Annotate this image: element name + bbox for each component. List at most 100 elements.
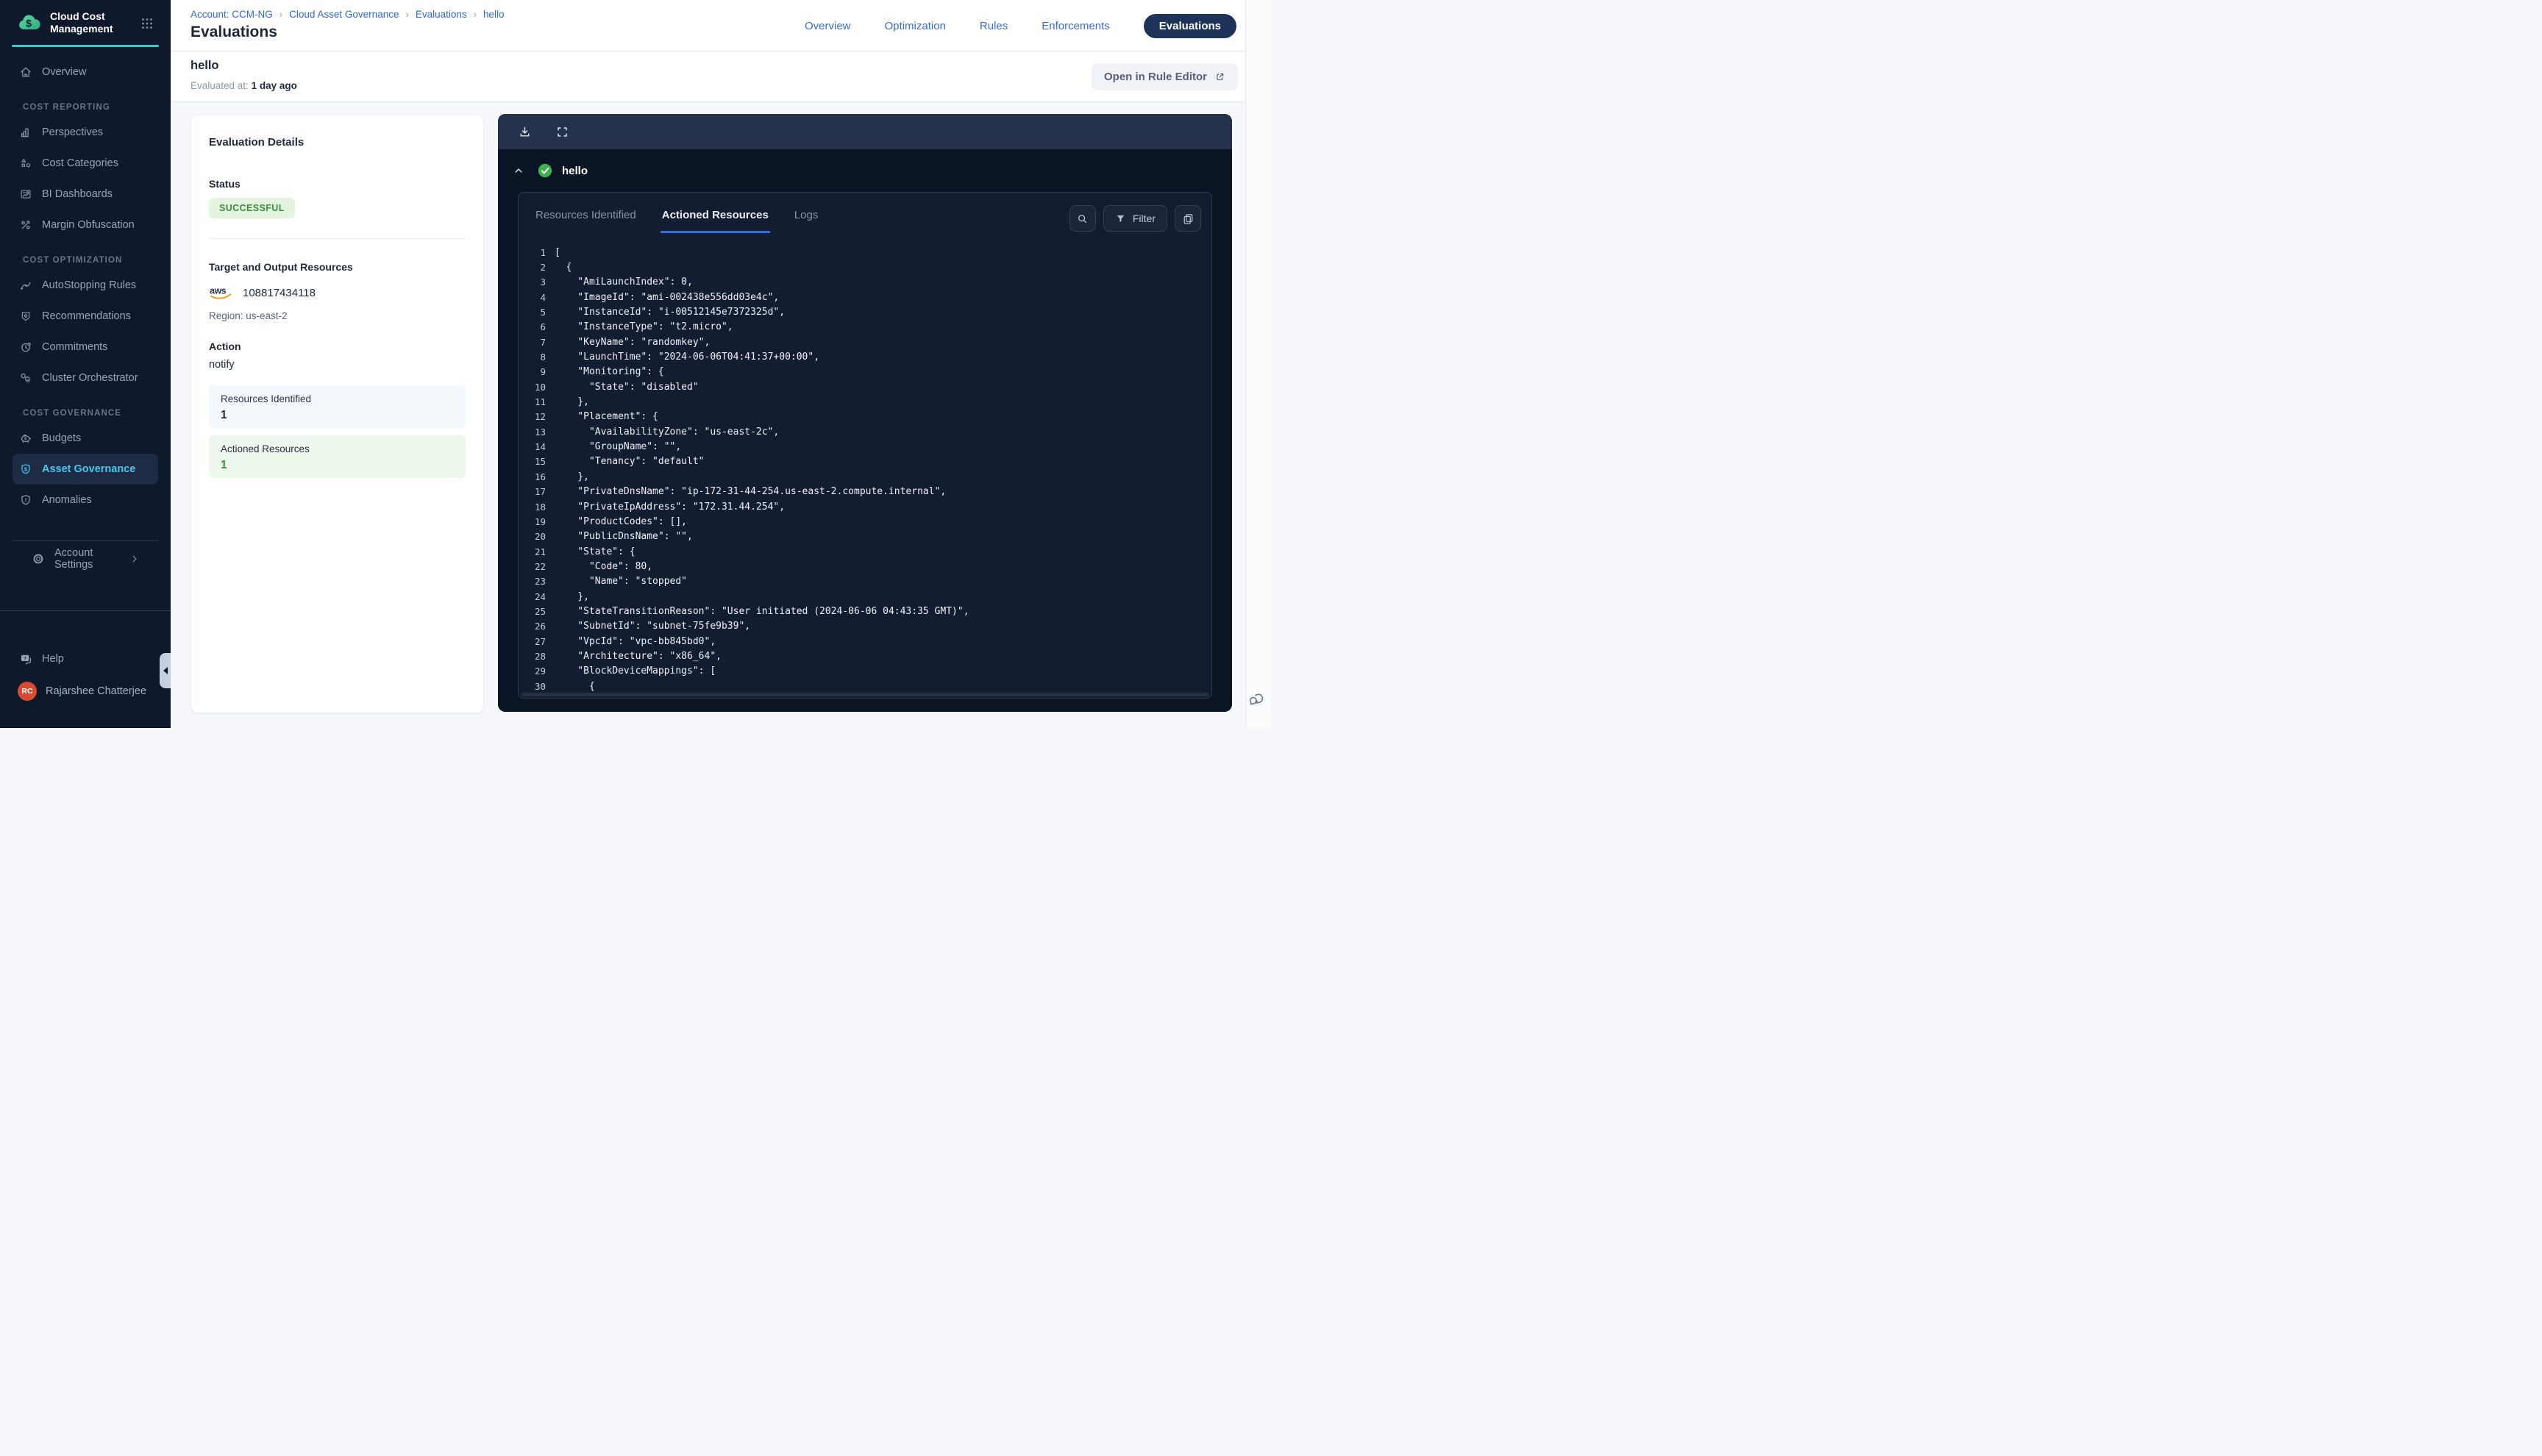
filter-label: Filter (1133, 213, 1156, 224)
horizontal-scrollbar[interactable] (521, 693, 1208, 696)
clock-icon (19, 340, 32, 354)
breadcrumb-module[interactable]: Cloud Asset Governance (289, 9, 399, 20)
line-content: "PrivateIpAddress": "172.31.44.254", (546, 502, 785, 513)
external-link-icon (1214, 71, 1225, 82)
breadcrumb-current[interactable]: hello (483, 9, 505, 20)
actioned-resources-box: Actioned Resources 1 (209, 435, 466, 478)
tab-enforcements[interactable]: Enforcements (1042, 20, 1110, 32)
open-in-rule-editor-button[interactable]: Open in Rule Editor (1092, 63, 1238, 90)
line-content: }, (546, 396, 589, 407)
sidebar-item-anomalies[interactable]: ! Anomalies (13, 485, 158, 515)
copy-button[interactable] (1175, 205, 1201, 232)
sidebar-item-label: Perspectives (42, 126, 103, 138)
sidebar-section-cost-reporting: COST REPORTING (0, 98, 171, 117)
chevron-up-icon[interactable] (513, 165, 524, 176)
evaluated-at: Evaluated at: 1 day ago (191, 80, 297, 91)
sidebar-item-label: BI Dashboards (42, 188, 113, 200)
sidebar-item-margin-obfuscation[interactable]: Margin Obfuscation (13, 210, 158, 240)
sidebar-item-account-settings[interactable]: Account Settings (25, 543, 146, 574)
resources-tabs-panel: Resources Identified Actioned Resources … (518, 192, 1212, 699)
sidebar-item-commitments[interactable]: Commitments (13, 332, 158, 363)
tab-overview[interactable]: Overview (805, 20, 851, 32)
breadcrumb-account[interactable]: Account: CCM-NG (191, 9, 273, 20)
code-line: 19 "ProductCodes": [], (519, 514, 1211, 529)
line-content: "KeyName": "randomkey", (546, 337, 710, 348)
line-number: 28 (519, 651, 546, 662)
sidebar-item-recommendations[interactable]: Recommendations (13, 301, 158, 332)
line-content: "Name": "stopped" (546, 576, 687, 587)
sidebar-item-budgets[interactable]: $ Budgets (13, 423, 158, 454)
tab-actioned-resources[interactable]: Actioned Resources (661, 205, 770, 233)
aws-logo-icon: aws (209, 285, 234, 301)
gear-icon (32, 552, 45, 565)
line-number: 20 (519, 531, 546, 542)
code-line: 12 "Placement": { (519, 410, 1211, 424)
line-content: "PrivateDnsName": "ip-172-31-44-254.us-e… (546, 486, 946, 497)
code-lines[interactable]: 1[2 {3 "AmiLaunchIndex": 0,4 "ImageId": … (519, 245, 1211, 693)
line-number: 21 (519, 546, 546, 557)
line-content: "GroupName": "", (546, 441, 681, 452)
sidebar-item-cost-categories[interactable]: Cost Categories (13, 148, 158, 179)
code-line: 8 "LaunchTime": "2024-06-06T04:41:37+00:… (519, 349, 1211, 364)
rule-result-row[interactable]: hello (498, 149, 1232, 192)
download-icon[interactable] (518, 125, 532, 139)
sidebar-footer: ? Help RC Rajarshee Chatterjee (0, 610, 171, 728)
app-title: Cloud Cost Management (50, 10, 132, 35)
svg-text:aws: aws (210, 286, 227, 296)
line-number: 2 (519, 262, 546, 273)
code-line: 29 "BlockDeviceMappings": [ (519, 664, 1211, 679)
code-line: 30 { (519, 679, 1211, 693)
sidebar-item-label: Cluster Orchestrator (42, 372, 138, 384)
sidebar-collapse-handle[interactable] (160, 653, 171, 688)
app-switcher-grid-icon[interactable] (141, 18, 153, 29)
sidebar-item-overview[interactable]: Overview (13, 57, 158, 88)
line-number: 10 (519, 382, 546, 393)
svg-text:?: ? (24, 656, 26, 661)
feedback-chat-icon[interactable] (1247, 690, 1267, 709)
line-number: 8 (519, 351, 546, 363)
code-line: 10 "State": "disabled" (519, 379, 1211, 394)
sidebar-item-asset-governance[interactable]: $ Asset Governance (13, 454, 158, 485)
filter-button[interactable]: Filter (1103, 205, 1167, 232)
sidebar-item-perspectives[interactable]: Perspectives (13, 117, 158, 148)
sidebar-item-autostopping-rules[interactable]: AutoStopping Rules (13, 270, 158, 301)
region-value: Region: us-east-2 (209, 310, 466, 321)
percent-arrow-icon (19, 218, 32, 232)
sidebar-item-label: AutoStopping Rules (42, 279, 136, 291)
line-number: 30 (519, 681, 546, 692)
code-line: 2 { (519, 260, 1211, 274)
resources-identified-label: Resources Identified (221, 393, 454, 404)
tab-evaluations-active[interactable]: Evaluations (1144, 14, 1236, 38)
fullscreen-icon[interactable] (555, 125, 569, 139)
code-line: 15 "Tenancy": "default" (519, 454, 1211, 469)
search-icon (1076, 213, 1089, 225)
code-line: 14 "GroupName": "", (519, 439, 1211, 454)
code-line: 16 }, (519, 469, 1211, 484)
user-menu[interactable]: RC Rajarshee Chatterjee (18, 682, 171, 701)
tab-resources-identified[interactable]: Resources Identified (534, 205, 638, 233)
open-in-rule-editor-label: Open in Rule Editor (1104, 71, 1207, 83)
collapse-left-arrow-icon (163, 667, 168, 674)
tab-optimization[interactable]: Optimization (885, 20, 946, 32)
line-number: 6 (519, 321, 546, 332)
line-content: { (546, 681, 595, 692)
bar-chart-icon (19, 126, 32, 139)
search-button[interactable] (1069, 205, 1096, 232)
tab-rules[interactable]: Rules (980, 20, 1008, 32)
line-content: }, (546, 591, 589, 602)
code-line: 26 "SubnetId": "subnet-75fe9b39", (519, 619, 1211, 634)
line-number: 4 (519, 292, 546, 303)
line-content: "Code": 80, (546, 561, 652, 572)
help-button[interactable]: ? Help (19, 652, 171, 665)
breadcrumb-page[interactable]: Evaluations (416, 9, 467, 20)
sidebar-item-cluster-orchestrator[interactable]: Cluster Orchestrator (13, 363, 158, 393)
tab-logs[interactable]: Logs (793, 205, 820, 233)
sidebar-item-bi-dashboards[interactable]: BI Dashboards (13, 179, 158, 210)
svg-text:$: $ (24, 438, 27, 442)
sidebar-section-cost-governance: COST GOVERNANCE (0, 404, 171, 423)
line-content: [ (546, 247, 560, 258)
page-scroll-gutter[interactable] (1245, 0, 1271, 728)
actioned-resources-label: Actioned Resources (221, 443, 454, 454)
line-number: 24 (519, 591, 546, 602)
tab-actions: Filter (1069, 205, 1201, 232)
